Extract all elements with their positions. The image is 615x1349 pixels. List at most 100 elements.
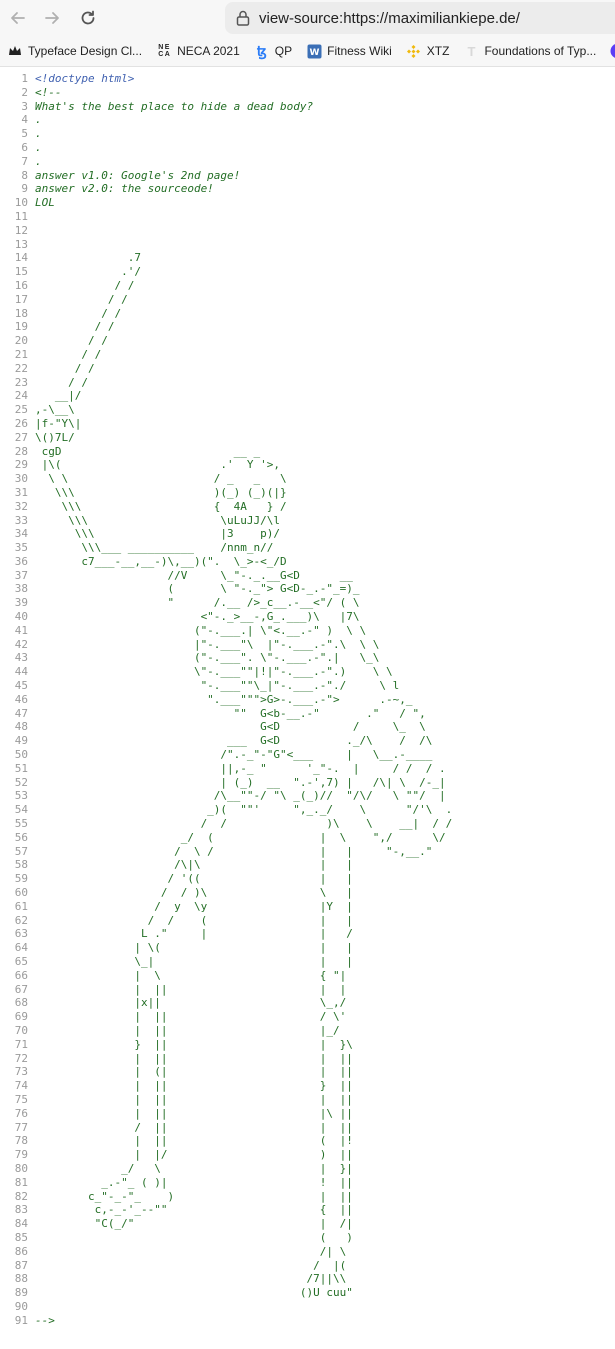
source-code-text: | || | || <box>35 1051 353 1065</box>
source-line: 74 | || } || <box>0 1079 615 1093</box>
source-code-text: ,-\__\ <box>35 403 75 417</box>
bookmark-fitness-wiki[interactable]: W Fitness Wiki <box>306 43 392 59</box>
source-code-text: answer v2.0: the sourceode! <box>35 182 214 196</box>
line-number: 6 <box>21 140 28 154</box>
line-number: 30 <box>14 472 28 486</box>
source-line: 13 <box>0 238 615 252</box>
line-number: 5 <box>21 127 28 141</box>
line-number: 43 <box>14 651 28 665</box>
source-line: 4. <box>0 113 615 127</box>
line-number: 51 <box>14 761 28 775</box>
bookmark-b[interactable]: B <box>610 43 615 59</box>
source-code-text: LOL <box>35 196 55 210</box>
source-code-text: / / <box>35 334 108 348</box>
source-line: 26 |f-"Y\| <box>0 417 615 431</box>
back-button[interactable] <box>6 6 30 30</box>
line-number: 91 <box>14 1313 28 1327</box>
source-code-text: ("-.___". \"-.___.-".| \_\ <box>35 651 380 665</box>
source-line: 72 | || | || <box>0 1052 615 1066</box>
source-code-text: /\|\ | | <box>35 858 353 872</box>
bookmark-label: Typeface Design Cl... <box>28 44 143 58</box>
address-bar[interactable]: view-source:https://maximiliankiepe.de/ <box>225 2 615 34</box>
source-code-text: |"-.___"\ |"-.___.-".\ \ \ <box>35 637 380 651</box>
source-line: 82 c_"-_-"_ ) | || <box>0 1190 615 1204</box>
line-number: 12 <box>14 223 28 237</box>
source-code-text: "-.___""\_|"-.___.-"./ \ l <box>35 679 400 693</box>
reload-button[interactable] <box>76 6 100 30</box>
bookmark-label: Fitness Wiki <box>327 44 392 58</box>
source-line: 6. <box>0 141 615 155</box>
source-code-text: ( \ "-._"> G<D-_.-"_=)_ <box>35 582 360 596</box>
source-code-text: _)( ""' ",_._/ \ "/'\ . <box>35 803 453 817</box>
bookmark-qp[interactable]: ꜩ QP <box>254 43 292 59</box>
source-code-text: \\\ )(_) (_)(|} <box>35 485 287 499</box>
line-number: 78 <box>14 1134 28 1148</box>
source-line: 59 / '(( | | <box>0 872 615 886</box>
line-number: 25 <box>14 403 28 417</box>
source-line: 87 / |( <box>0 1259 615 1273</box>
line-number: 10 <box>14 196 28 210</box>
source-code-text: /".-_"-"G"<___ | \__.-____ <box>35 748 433 762</box>
source-line: 45 "-.___""\_|"-.___.-"./ \ l <box>0 679 615 693</box>
line-number: 27 <box>14 430 28 444</box>
bookmark-xtz[interactable]: XTZ <box>406 43 449 59</box>
source-line: 63 L ." | | / <box>0 927 615 941</box>
source-line: 81 _.-"_ ( )| ! || <box>0 1176 615 1190</box>
source-code-text: .7 <box>35 251 141 265</box>
source-code-text: |\( .' Y '>, <box>35 458 281 472</box>
source-code-text: / / <box>35 306 122 320</box>
line-number: 90 <box>14 1299 28 1313</box>
source-line: 16 / / <box>0 279 615 293</box>
source-code-text: / / )\ \ | <box>35 886 353 900</box>
bookmark-typeface-design[interactable]: Typeface Design Cl... <box>7 43 142 59</box>
source-code-text: _.-"_ ( )| ! || <box>35 1175 353 1189</box>
source-view: 1 <!doctype html> 2 <!-- 3 What's the best pl… <box>0 72 615 1349</box>
source-line: 46 ".___""">G>-.___.-"> .-~,_ <box>0 693 615 707</box>
line-number: 63 <box>14 927 28 941</box>
source-code-text: <"-._>__-,G_.___)\ |7\ <box>35 610 360 624</box>
line-number: 70 <box>14 1023 28 1037</box>
source-code-text: \\\ |3 p)/ <box>35 527 281 541</box>
wordpress-icon: W <box>306 43 322 59</box>
line-number: 18 <box>14 306 28 320</box>
source-code-text: <!doctype html> <box>35 72 135 85</box>
source-line: 56 _/ ( | \ ",/ \/ <box>0 831 615 845</box>
source-line: 40 <"-._>__-,G_.___)\ |7\ <box>0 610 615 624</box>
source-code-text: //V \_"-._.__G<D __ <box>35 568 353 582</box>
source-code-text: / / <box>35 361 95 375</box>
line-number: 58 <box>14 858 28 872</box>
source-code-text: ()U cuu" <box>35 1286 353 1300</box>
source-line: 34 \\\ |3 p)/ <box>0 527 615 541</box>
source-line: 21 / / <box>0 348 615 362</box>
source-code-text: |f-"Y\| <box>35 416 82 430</box>
line-number: 8 <box>21 168 28 182</box>
line-number: 38 <box>14 582 28 596</box>
source-line: 85 ( ) <box>0 1231 615 1245</box>
line-number: 21 <box>14 347 28 361</box>
forward-button[interactable] <box>40 6 64 30</box>
source-line: 50 /".-_"-"G"<___ | \__.-____ <box>0 748 615 762</box>
line-number: 41 <box>14 623 28 637</box>
line-number: 45 <box>14 679 28 693</box>
source-code-text: ___ G<D ._/\ / /\ <box>35 734 433 748</box>
source-line: 8 answer v1.0: Google's 2nd page! <box>0 169 615 183</box>
source-code-text: / \ / | | "-,__." <box>35 844 433 858</box>
bookmark-foundations-typography[interactable]: T Foundations of Typ... <box>463 43 596 59</box>
line-number: 77 <box>14 1120 28 1134</box>
source-code-text: | || / \' <box>35 1010 347 1024</box>
line-number: 74 <box>14 1079 28 1093</box>
bookmark-neca[interactable]: N EC A NECA 2021 <box>156 43 239 59</box>
lock-icon <box>233 8 253 28</box>
source-code-text: G<D / \_ \ <box>35 720 426 734</box>
source-code-text: | \( | | <box>35 941 353 955</box>
line-number: 23 <box>14 375 28 389</box>
line-number: 79 <box>14 1148 28 1162</box>
source-line: 55 / / )\ \ __| / / <box>0 817 615 831</box>
source-code-text: "" G<b-__.-" ." / ", <box>35 706 426 720</box>
line-number: 75 <box>14 1092 28 1106</box>
source-line: 31 \\\ )(_) (_)(|} <box>0 486 615 500</box>
source-line: 18 / / <box>0 307 615 321</box>
source-line: 78 | || ( |! <box>0 1134 615 1148</box>
source-line: 79 | |/ ) || <box>0 1148 615 1162</box>
source-code-text: _/ \ | }| <box>35 1161 353 1175</box>
